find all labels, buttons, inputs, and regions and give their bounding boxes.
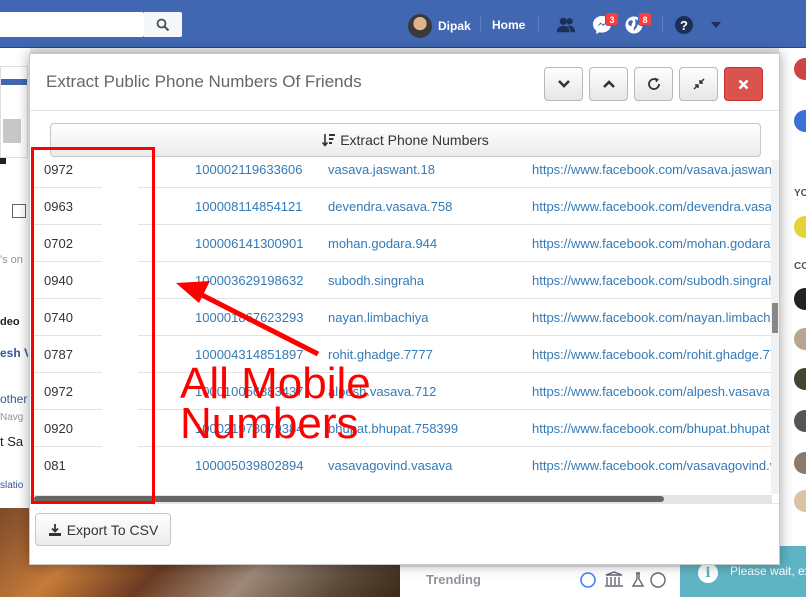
trending-heading: Trending xyxy=(426,572,481,587)
feed-snippet: slatio xyxy=(0,480,24,491)
feed-snippet: t Sa xyxy=(0,434,24,449)
username-link[interactable]: vasavagovind.vasava xyxy=(328,458,452,473)
minimize-button[interactable] xyxy=(679,67,718,101)
search-button[interactable] xyxy=(144,12,182,37)
avatar xyxy=(794,110,806,132)
feed-snippet: other xyxy=(0,392,28,406)
avatar[interactable] xyxy=(794,328,806,350)
modal-footer: Export To CSV xyxy=(30,503,779,566)
profile-name: Dipak xyxy=(438,19,471,33)
profile-url-link[interactable]: https://www.facebook.com/vasava.jaswant.… xyxy=(532,162,774,177)
username-link[interactable]: mohan.godara.944 xyxy=(328,236,437,251)
annotation-line-2: Numbers xyxy=(180,399,359,448)
refresh-icon xyxy=(647,77,660,90)
notifications-badge: 8 xyxy=(638,12,652,26)
note-icon xyxy=(12,204,26,218)
extract-button-label: Extract Phone Numbers xyxy=(340,132,489,148)
messages-badge: 3 xyxy=(605,12,619,26)
modal-title: Extract Public Phone Numbers Of Friends xyxy=(46,72,362,91)
username-link[interactable]: subodh.singraha xyxy=(328,273,424,288)
username-link[interactable]: vasava.jaswant.18 xyxy=(328,162,435,177)
avatar[interactable] xyxy=(794,288,806,310)
sort-amount-icon xyxy=(322,134,336,147)
export-button-label: Export To CSV xyxy=(66,521,159,538)
annotation-label: All Mobile Numbers xyxy=(180,359,371,448)
username-link[interactable]: nayan.limbachiya xyxy=(328,310,428,325)
user-id-link[interactable]: 100001867623293 xyxy=(195,310,303,325)
download-icon xyxy=(48,523,61,536)
profile-url-link[interactable]: https://www.facebook.com/bhupat.bhupat.7… xyxy=(532,421,774,436)
avatar[interactable] xyxy=(794,490,806,512)
export-to-csv-button[interactable]: Export To CSV xyxy=(35,513,171,546)
vertical-scrollbar[interactable] xyxy=(771,160,779,494)
avatar[interactable] xyxy=(794,368,806,390)
annotation-line-1: All Mobile xyxy=(180,359,371,408)
user-id-link[interactable]: 100008114854121 xyxy=(195,199,303,214)
modal-header: Extract Public Phone Numbers Of Friends xyxy=(30,54,779,111)
divider xyxy=(538,16,539,32)
trending-category-icons[interactable] xyxy=(580,571,680,589)
account-menu-chevron-icon[interactable] xyxy=(706,15,726,35)
highlight-box xyxy=(31,147,155,504)
user-id-link[interactable]: 100002119633606 xyxy=(195,162,303,177)
profile-url-link[interactable]: https://www.facebook.com/vasavagovind.va… xyxy=(532,458,774,473)
refresh-button[interactable] xyxy=(634,67,673,101)
feed-snippet: 's on xyxy=(0,254,23,266)
user-id-link[interactable]: 100003629198632 xyxy=(195,273,303,288)
sidebar-heading: YO xyxy=(794,188,806,199)
avatar xyxy=(794,216,806,238)
feed-snippet: deo xyxy=(0,316,20,328)
username-link[interactable]: devendra.vasava.758 xyxy=(328,199,452,214)
avatar[interactable] xyxy=(794,410,806,432)
svg-text:?: ? xyxy=(680,18,688,33)
avatar xyxy=(794,58,806,80)
chevron-up-icon xyxy=(602,80,615,88)
compress-icon xyxy=(692,78,705,90)
expand-button[interactable] xyxy=(589,67,628,101)
profile-url-link[interactable]: https://www.facebook.com/subodh.singraha xyxy=(532,273,774,288)
profile-url-link[interactable]: https://www.facebook.com/rohit.ghadge.77… xyxy=(532,347,774,362)
avatar xyxy=(408,14,432,38)
scrollbar-thumb[interactable] xyxy=(772,303,778,333)
user-id-link[interactable]: 100006141300901 xyxy=(195,236,303,251)
user-id-link[interactable]: 100005039802894 xyxy=(195,458,303,473)
divider xyxy=(662,16,663,32)
home-link[interactable]: Home xyxy=(492,18,525,32)
right-chat-column: YO CO xyxy=(778,48,806,597)
feed-snippet: Navg xyxy=(0,412,24,423)
close-icon xyxy=(738,79,749,89)
search-input[interactable] xyxy=(0,12,144,37)
toast-message: Please wait, ex xyxy=(730,564,806,578)
search-icon xyxy=(156,18,170,31)
feed-author: esh Va xyxy=(0,346,28,360)
collapse-button[interactable] xyxy=(544,67,583,101)
profile-card xyxy=(0,66,28,158)
profile-url-link[interactable]: https://www.facebook.com/nayan.limbachiy… xyxy=(532,310,774,325)
friends-icon[interactable] xyxy=(556,15,576,35)
avatar[interactable] xyxy=(794,452,806,474)
info-icon: i xyxy=(698,563,718,583)
profile-url-link[interactable]: https://www.facebook.com/devendra.vasava… xyxy=(532,199,774,214)
divider xyxy=(480,16,481,32)
chevron-down-icon xyxy=(557,80,570,88)
close-button[interactable] xyxy=(724,67,763,101)
sidebar-heading: CO xyxy=(794,261,806,272)
profile-url-link[interactable]: https://www.facebook.com/alpesh.vasava.7… xyxy=(532,384,774,399)
profile-link[interactable]: Dipak xyxy=(408,14,471,38)
facebook-topbar: Dipak Home 3 8 ? xyxy=(0,0,806,48)
profile-url-link[interactable]: https://www.facebook.com/mohan.godara.94… xyxy=(532,236,774,251)
help-icon[interactable]: ? xyxy=(674,15,694,35)
extract-phone-numbers-button[interactable]: Extract Phone Numbers xyxy=(50,123,761,157)
